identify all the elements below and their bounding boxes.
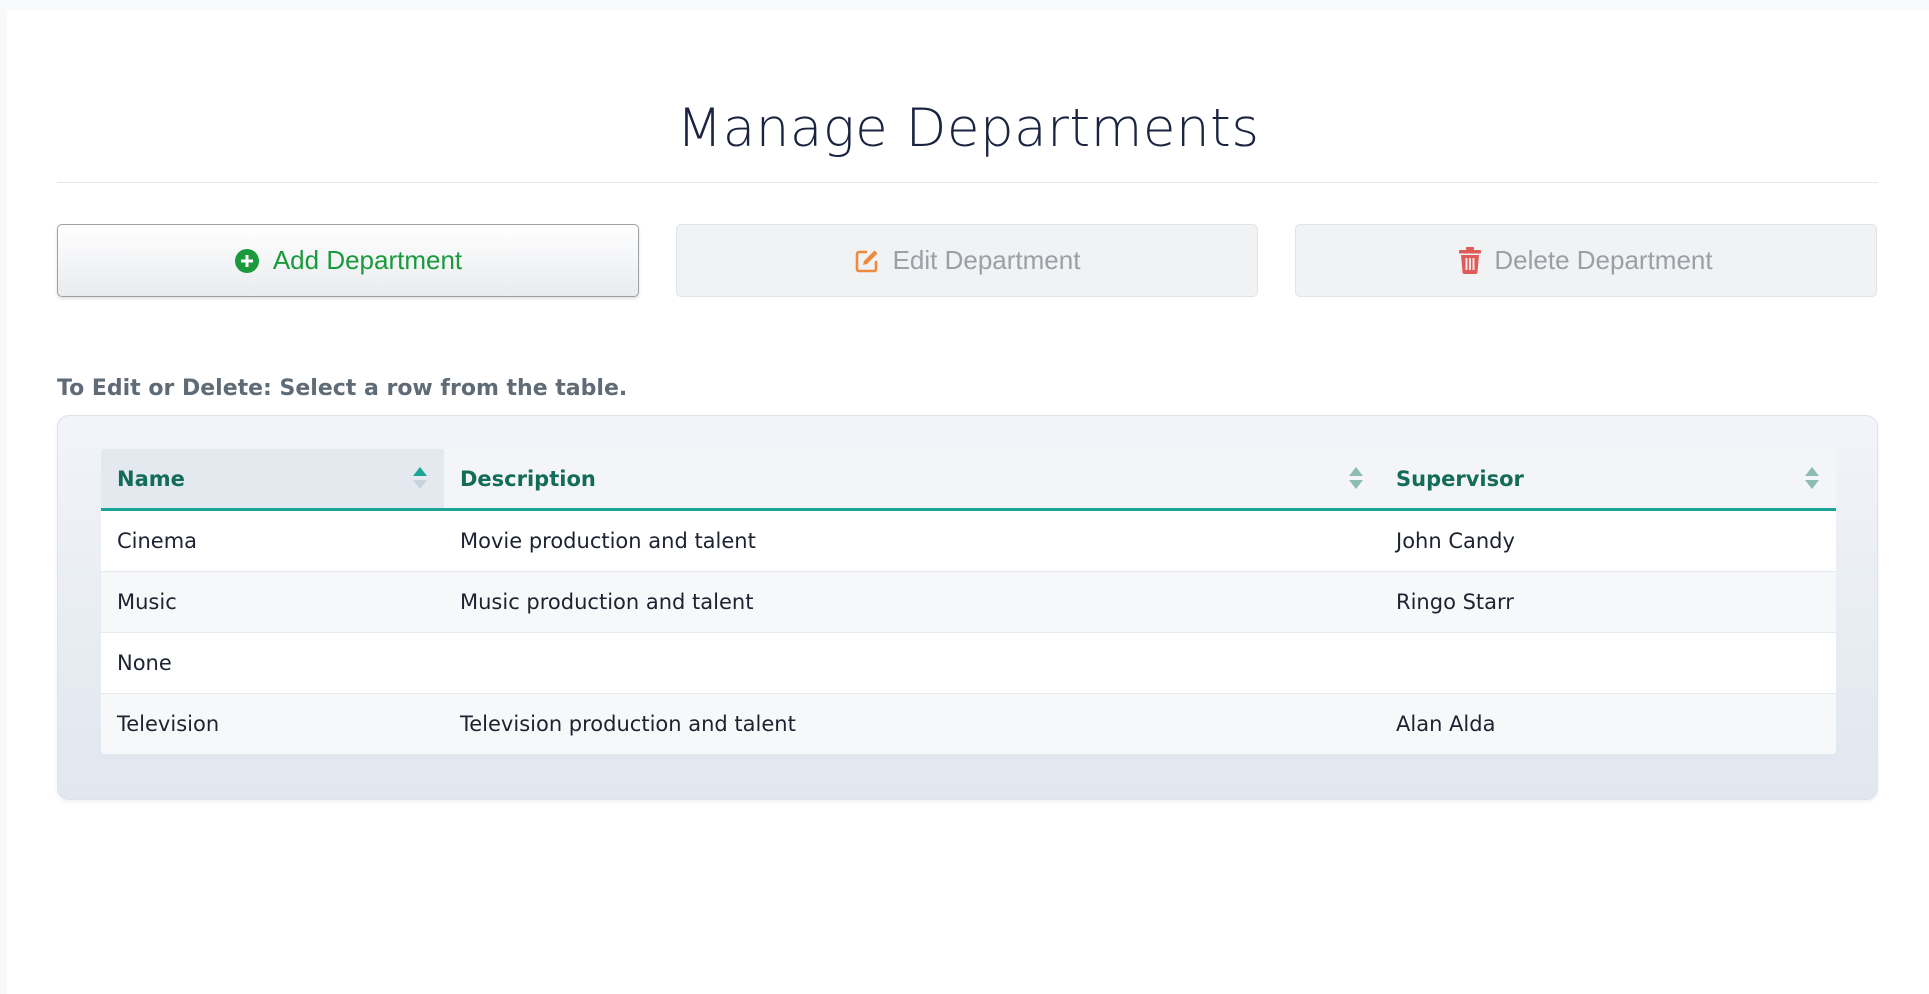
- cell-description: Television production and talent: [460, 712, 796, 736]
- page-title: Manage Departments: [676, 98, 1260, 159]
- table-row[interactable]: Television Television production and tal…: [101, 693, 1836, 754]
- sort-icon: [1348, 465, 1364, 491]
- table-row[interactable]: Music Music production and talent Ringo …: [101, 571, 1836, 632]
- page: Manage Departments Add Department Edit D…: [7, 10, 1929, 994]
- cell-supervisor: Ringo Starr: [1396, 590, 1514, 614]
- add-department-label: Add Department: [272, 245, 463, 275]
- edit-department-label: Edit Department: [892, 245, 1081, 275]
- selection-hint: To Edit or Delete: Select a row from the…: [57, 376, 628, 401]
- cell-description: Music production and talent: [460, 590, 754, 614]
- column-header-name[interactable]: Name: [101, 449, 444, 508]
- cell-supervisor: [1380, 633, 1836, 693]
- column-header-label: Name: [117, 466, 185, 491]
- cell-name: None: [117, 651, 172, 675]
- sort-ascending-icon: [412, 465, 428, 491]
- cell-name: Cinema: [117, 529, 198, 553]
- cell-supervisor: Alan Alda: [1396, 712, 1496, 736]
- cell-description: Movie production and talent: [460, 529, 756, 553]
- add-department-button[interactable]: Add Department: [57, 224, 639, 297]
- trash-icon: [1459, 247, 1482, 274]
- table-row[interactable]: None: [101, 632, 1836, 693]
- column-header-description[interactable]: Description: [444, 449, 1380, 508]
- departments-table: Name Description Supervisor Cinema Movie…: [101, 449, 1836, 754]
- cell-name: Music: [117, 590, 177, 614]
- cell-name: Television: [117, 712, 220, 736]
- column-header-supervisor[interactable]: Supervisor: [1380, 449, 1836, 508]
- table-header: Name Description Supervisor: [101, 449, 1836, 511]
- plus-circle-icon: [234, 248, 260, 274]
- table-panel: Name Description Supervisor Cinema Movie…: [57, 415, 1878, 800]
- table-row[interactable]: Cinema Movie production and talent John …: [101, 511, 1836, 571]
- column-header-label: Description: [460, 466, 596, 491]
- cell-supervisor: John Candy: [1396, 529, 1515, 553]
- cell-description: [444, 633, 1380, 693]
- delete-department-button[interactable]: Delete Department: [1295, 224, 1877, 297]
- edit-department-button[interactable]: Edit Department: [676, 224, 1258, 297]
- sort-icon: [1804, 465, 1820, 491]
- delete-department-label: Delete Department: [1494, 245, 1713, 275]
- column-header-label: Supervisor: [1396, 466, 1524, 491]
- divider: [57, 182, 1878, 183]
- edit-icon: [854, 248, 880, 274]
- table-body: Cinema Movie production and talent John …: [101, 511, 1836, 754]
